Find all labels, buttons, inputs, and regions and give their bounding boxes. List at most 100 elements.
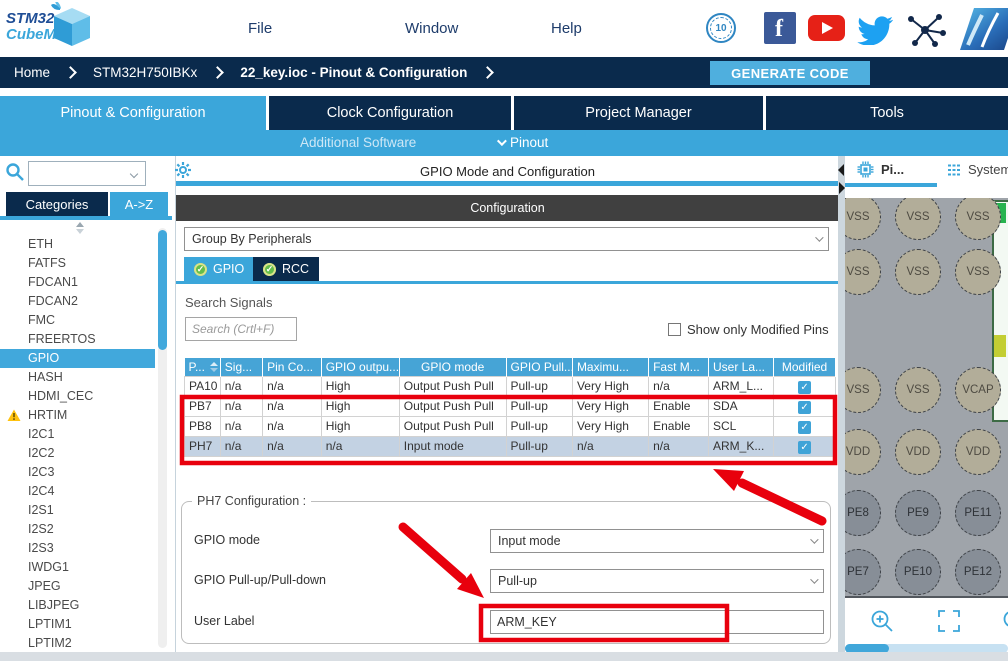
sidebar-search-combobox[interactable] bbox=[28, 161, 146, 186]
column-header-fast-m[interactable]: Fast M... bbox=[649, 358, 709, 376]
chip-pin-vcap[interactable]: VCAP bbox=[955, 367, 1001, 413]
sidebar-item-fatfs[interactable]: FATFS bbox=[0, 254, 155, 273]
user-label-input[interactable]: ARM_KEY bbox=[490, 610, 824, 634]
tab-system-view[interactable]: System bbox=[947, 162, 1008, 177]
gpio-mode-select[interactable]: Input mode bbox=[490, 529, 824, 553]
sidebar-item-gpio[interactable]: GPIO bbox=[0, 349, 155, 368]
zoom-out-icon[interactable] bbox=[1001, 608, 1008, 634]
sidebar-tab-a-to-z[interactable]: A->Z bbox=[110, 192, 168, 216]
sidebar-item-iwdg1[interactable]: IWDG1 bbox=[0, 558, 155, 577]
group-by-select[interactable]: Group By Peripherals bbox=[184, 227, 829, 251]
sidebar-item-freertos[interactable]: FREERTOS bbox=[0, 330, 155, 349]
chip-pin-pe8[interactable]: PE8 bbox=[845, 490, 881, 536]
pin-row-pb7[interactable]: PB7n/an/aHighOutput Push PullPull-upVery… bbox=[185, 396, 836, 416]
anniversary-badge-icon[interactable]: 10 bbox=[706, 13, 736, 43]
sidebar-item-hash[interactable]: HASH bbox=[0, 368, 155, 387]
column-header-gpio-pull[interactable]: GPIO Pull... bbox=[506, 358, 572, 376]
pin-row-ph7[interactable]: PH7n/an/an/aInput modePull-upn/an/aARM_K… bbox=[185, 436, 836, 456]
sidebar-item-fdcan2[interactable]: FDCAN2 bbox=[0, 292, 155, 311]
chip-pin-vss[interactable]: VSS bbox=[895, 198, 941, 240]
sidebar-item-i2s2[interactable]: I2S2 bbox=[0, 520, 155, 539]
scrollbar-thumb[interactable] bbox=[845, 644, 889, 652]
modified-checkbox-icon[interactable]: ✓ bbox=[798, 381, 811, 394]
menu-window[interactable]: Window bbox=[405, 20, 458, 37]
chip-pin-vdd[interactable]: VDD bbox=[845, 429, 881, 475]
sidebar-item-fdcan1[interactable]: FDCAN1 bbox=[0, 273, 155, 292]
tab-tools[interactable]: Tools bbox=[766, 96, 1008, 130]
chip-pin-pe9[interactable]: PE9 bbox=[895, 490, 941, 536]
breadcrumb-item[interactable]: 22_key.ioc - Pinout & Configuration bbox=[240, 65, 467, 80]
sidebar-scrollbar[interactable] bbox=[158, 228, 167, 648]
zoom-in-icon[interactable] bbox=[869, 608, 895, 634]
gpio-pull-select[interactable]: Pull-up bbox=[490, 569, 824, 593]
show-only-modified-pins-checkbox[interactable]: Show only Modified Pins bbox=[668, 322, 829, 337]
column-header-sig[interactable]: Sig... bbox=[220, 358, 262, 376]
column-header-user-la[interactable]: User La... bbox=[708, 358, 773, 376]
collapse-left-icon[interactable] bbox=[838, 164, 844, 176]
sidebar-item-libjpeg[interactable]: LIBJPEG bbox=[0, 596, 155, 615]
tab-project-manager[interactable]: Project Manager bbox=[514, 96, 763, 130]
chip-pin-pe11[interactable]: PE11 bbox=[955, 490, 1001, 536]
sidebar-item-fmc[interactable]: FMC bbox=[0, 311, 155, 330]
chip-pinout-view[interactable]: VSSVSSVSSVSSVSSVSSVSSVSSVCAPVDDVDDVDDPE8… bbox=[845, 198, 1008, 598]
modified-checkbox-icon[interactable]: ✓ bbox=[798, 441, 811, 454]
column-header-p[interactable]: P... bbox=[185, 358, 221, 376]
checkbox-icon[interactable] bbox=[668, 323, 681, 336]
breadcrumb-item[interactable]: Home bbox=[14, 65, 50, 80]
sidebar-item-lptim1[interactable]: LPTIM1 bbox=[0, 615, 155, 634]
youtube-icon[interactable] bbox=[808, 15, 845, 41]
column-header-gpio-mode[interactable]: GPIO mode bbox=[399, 358, 506, 376]
sidebar-item-i2c3[interactable]: I2C3 bbox=[0, 463, 155, 482]
chip-pin-vss[interactable]: VSS bbox=[895, 367, 941, 413]
menu-help[interactable]: Help bbox=[551, 20, 582, 37]
signal-search-input[interactable]: Search (Crtl+F) bbox=[185, 317, 297, 341]
sidebar-item-lptim2[interactable]: LPTIM2 bbox=[0, 634, 155, 653]
sidebar-scrollbar-thumb[interactable] bbox=[158, 230, 167, 350]
column-header-gpio-outpu[interactable]: GPIO outpu... bbox=[321, 358, 399, 376]
sidebar-item-i2c2[interactable]: I2C2 bbox=[0, 444, 155, 463]
sidebar-item-i2s3[interactable]: I2S3 bbox=[0, 539, 155, 558]
facebook-icon[interactable]: f bbox=[764, 12, 796, 44]
pinout-menu[interactable]: Pinout bbox=[497, 135, 548, 150]
sort-toggle-icon[interactable] bbox=[76, 222, 84, 234]
settings-gear-icon[interactable] bbox=[174, 161, 192, 179]
chip-pin-vss[interactable]: VSS bbox=[845, 249, 881, 295]
breadcrumb-item[interactable]: STM32H750IBKx bbox=[93, 65, 197, 80]
sidebar-item-i2c1[interactable]: I2C1 bbox=[0, 425, 155, 444]
sidebar-item-jpeg[interactable]: JPEG bbox=[0, 577, 155, 596]
column-header-pin-co[interactable]: Pin Co... bbox=[263, 358, 322, 376]
chip-pin-vdd[interactable]: VDD bbox=[955, 429, 1001, 475]
modified-checkbox-icon[interactable]: ✓ bbox=[798, 401, 811, 414]
chip-pin-pe7[interactable]: PE7 bbox=[845, 549, 881, 595]
sidebar-item-i2c4[interactable]: I2C4 bbox=[0, 482, 155, 501]
network-icon[interactable] bbox=[903, 11, 949, 49]
chip-pin-vss[interactable]: VSS bbox=[955, 249, 1001, 295]
generate-code-button[interactable]: GENERATE CODE bbox=[710, 61, 870, 85]
menu-file[interactable]: File bbox=[248, 20, 272, 37]
chip-pin-pe12[interactable]: PE12 bbox=[955, 549, 1001, 595]
pin-row-pb8[interactable]: PB8n/an/aHighOutput Push PullPull-upVery… bbox=[185, 416, 836, 436]
chip-pin-vdd[interactable]: VDD bbox=[895, 429, 941, 475]
column-header-maximu[interactable]: Maximu... bbox=[572, 358, 648, 376]
pinout-horizontal-scrollbar[interactable] bbox=[845, 644, 1008, 652]
sidebar-tab-categories[interactable]: Categories bbox=[6, 192, 108, 216]
sidebar-item-hrtim[interactable]: HRTIM bbox=[0, 406, 155, 425]
st-logo-icon[interactable] bbox=[958, 7, 1008, 51]
pin-row-pa10[interactable]: PA10n/an/aHighOutput Push PullPull-upVer… bbox=[185, 376, 836, 396]
chip-pin-vss[interactable]: VSS bbox=[845, 367, 881, 413]
chip-pin-vss[interactable]: VSS bbox=[845, 198, 881, 240]
sidebar-item-hdmi_cec[interactable]: HDMI_CEC bbox=[0, 387, 155, 406]
tab-clock-configuration[interactable]: Clock Configuration bbox=[269, 96, 511, 130]
column-header-modified[interactable]: Modified bbox=[774, 358, 836, 376]
tab-pinout-configuration[interactable]: Pinout & Configuration bbox=[0, 96, 266, 130]
modified-checkbox-icon[interactable]: ✓ bbox=[798, 421, 811, 434]
fit-to-screen-icon[interactable] bbox=[937, 609, 961, 633]
additional-software-menu[interactable]: Additional Software bbox=[300, 135, 416, 150]
mode-tab-rcc[interactable]: ✓ RCC bbox=[253, 257, 319, 281]
mode-tab-gpio[interactable]: ✓ GPIO bbox=[184, 257, 254, 281]
chip-pin-pe10[interactable]: PE10 bbox=[895, 549, 941, 595]
sidebar-item-i2s1[interactable]: I2S1 bbox=[0, 501, 155, 520]
twitter-icon[interactable] bbox=[855, 13, 895, 45]
panel-splitter[interactable] bbox=[838, 156, 845, 652]
sidebar-item-eth[interactable]: ETH bbox=[0, 235, 155, 254]
